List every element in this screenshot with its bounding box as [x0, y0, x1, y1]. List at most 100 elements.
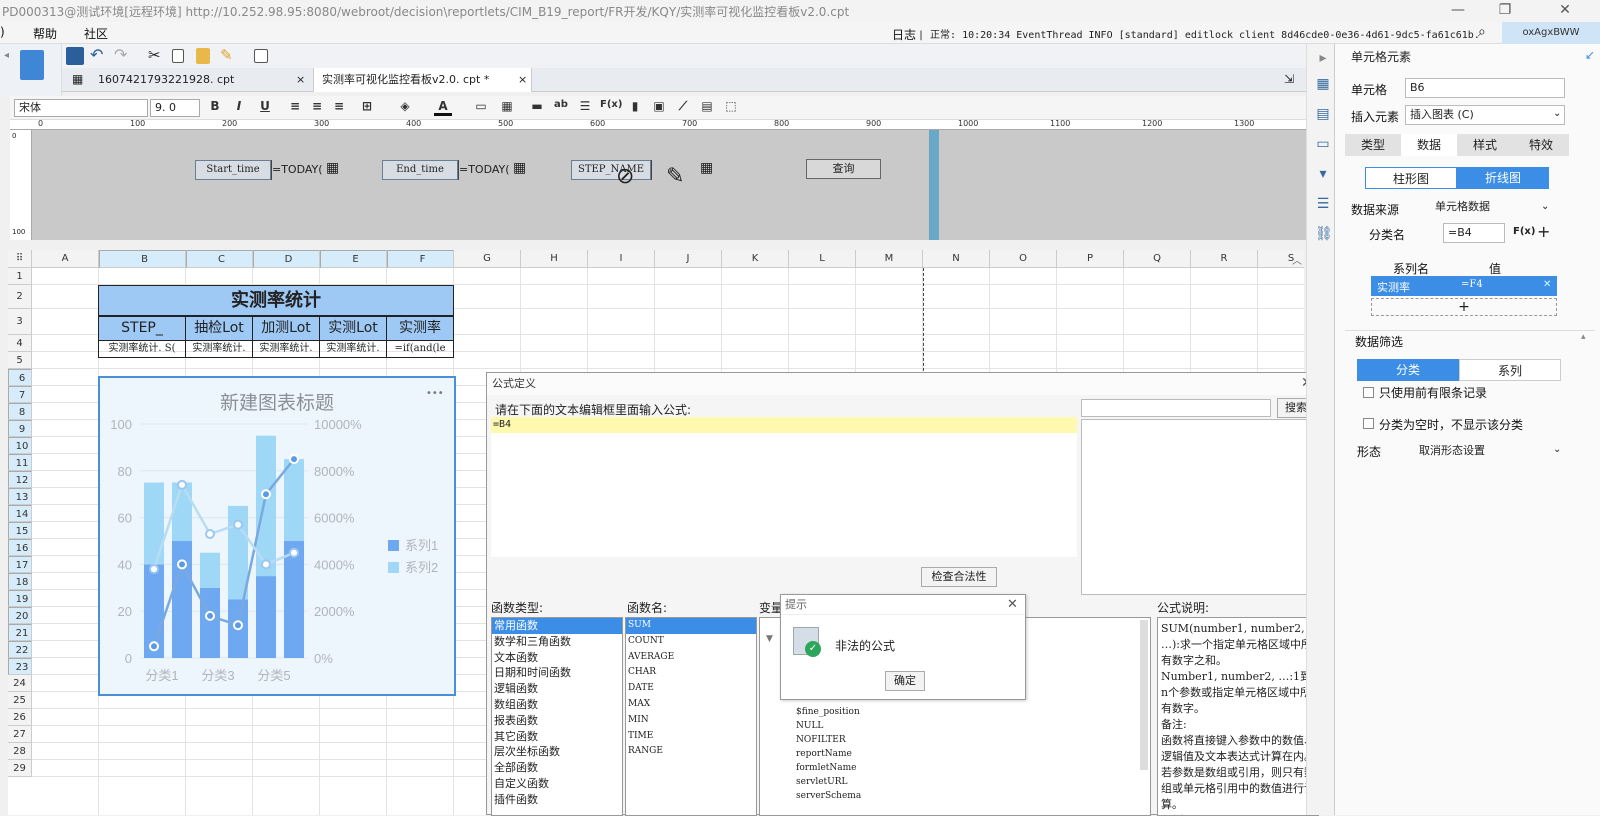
arrow-icon[interactable]: ◂ — [4, 50, 9, 61]
row-header[interactable]: 23 — [8, 658, 32, 675]
row-header[interactable]: 3 — [8, 309, 32, 335]
text-icon[interactable]: ab — [552, 99, 570, 110]
calendar-icon[interactable]: ▦ — [513, 160, 526, 176]
collapse-icon[interactable]: ▸ — [1315, 50, 1331, 66]
series-row[interactable]: 实测率 =F4 ✕ — [1371, 276, 1557, 296]
row-header[interactable]: 8 — [8, 403, 32, 420]
close-icon[interactable]: ✕ — [1007, 597, 1018, 612]
column-header[interactable]: M — [856, 250, 923, 268]
cell-b4[interactable]: 实测率统计. S( — [98, 340, 186, 358]
row-header[interactable]: 22 — [8, 641, 32, 658]
column-header[interactable]: L — [789, 250, 856, 268]
row-header[interactable]: 11 — [8, 454, 32, 471]
row-header[interactable]: 13 — [8, 488, 32, 505]
variable-item[interactable]: NOFILTER — [794, 733, 1114, 747]
border-icon[interactable]: ⊞ — [358, 99, 376, 113]
column-header[interactable]: N — [923, 250, 990, 268]
func-type-item[interactable]: 文本函数 — [492, 650, 622, 666]
row-header[interactable]: 24 — [8, 675, 32, 692]
row-header[interactable]: 10 — [8, 437, 32, 454]
scroll-up-icon[interactable]: ︿ — [1292, 252, 1302, 267]
chart-icon[interactable]: ▮ — [626, 99, 644, 113]
insert-row-icon[interactable]: ▬ — [528, 99, 546, 113]
func-name-item[interactable]: AVERAGE — [626, 650, 756, 666]
cell-f4[interactable]: =if(and(le — [386, 340, 454, 358]
cell-element-icon[interactable]: ▦ — [1315, 76, 1331, 92]
column-header[interactable]: D — [253, 250, 320, 268]
merge-icon[interactable]: ▭ — [472, 99, 490, 113]
func-type-item[interactable]: 自定义函数 — [492, 776, 622, 792]
undo-icon[interactable]: ↶ — [90, 47, 108, 65]
variable-item[interactable]: reportName — [794, 747, 1114, 761]
add-icon[interactable]: + — [1537, 222, 1550, 241]
column-header[interactable]: C — [186, 250, 253, 268]
table-title[interactable]: 实测率统计 — [98, 285, 454, 316]
variable-item[interactable]: servletURL — [794, 775, 1114, 789]
template-icon[interactable] — [20, 50, 44, 80]
tab-file-2[interactable]: 实测率可视化监控看板v2.0. cpt * × — [314, 68, 532, 92]
row-header[interactable]: 9 — [8, 420, 32, 437]
formula-text[interactable]: =B4 — [491, 417, 1077, 433]
ok-button[interactable]: 确定 — [885, 671, 925, 691]
row-header[interactable]: 2 — [8, 285, 32, 309]
align-center-icon[interactable]: ≡ — [308, 99, 326, 113]
corner-cell[interactable]: ⠿ — [8, 250, 32, 268]
formula-editor[interactable]: =B4 — [491, 417, 1077, 557]
column-header[interactable]: B — [99, 250, 186, 268]
restore-button[interactable]: ❐ — [1485, 0, 1525, 22]
dropdown-widget-icon[interactable]: ▾ — [1315, 166, 1331, 182]
func-type-item[interactable]: 逻辑函数 — [492, 681, 622, 697]
func-type-item[interactable]: 数学和三角函数 — [492, 634, 622, 650]
column-header[interactable]: I — [588, 250, 655, 268]
header-sample-lot[interactable]: 抽检Lot — [185, 316, 253, 341]
splitter[interactable] — [929, 130, 939, 240]
column-header[interactable]: H — [521, 250, 588, 268]
cell-c4[interactable]: 实测率统计. — [185, 340, 253, 358]
chart[interactable]: 100 10000% 80 8000% 60 6000% 40 4000% 20 2000% 0 0%… — [98, 376, 456, 696]
remove-icon[interactable]: ✕ — [1543, 279, 1551, 290]
func-type-item[interactable]: 常用函数 — [492, 618, 622, 634]
chevron-down-icon[interactable]: ⌄ — [1553, 108, 1561, 119]
font-select[interactable]: 宋体 — [14, 99, 148, 117]
tab-file-1[interactable]: 1607421793221928. cpt × — [90, 68, 314, 92]
search-result-box[interactable] — [1081, 419, 1317, 595]
format-painter-icon[interactable]: ✎ — [220, 47, 238, 65]
column-header[interactable]: E — [320, 250, 387, 268]
header-rate[interactable]: 实测率 — [386, 316, 454, 341]
add-series-button[interactable]: + — [1371, 298, 1557, 316]
subreport-icon[interactable]: ▤ — [698, 99, 716, 113]
row-header[interactable]: 27 — [8, 726, 32, 743]
series-row-value[interactable]: =F4 — [1461, 279, 1483, 290]
category-input[interactable]: =B4 — [1443, 223, 1505, 243]
paste-icon[interactable] — [196, 48, 210, 64]
header-step[interactable]: STEP_ — [98, 316, 186, 341]
tab-close-icon[interactable]: × — [296, 68, 305, 92]
row-header[interactable]: 20 — [8, 607, 32, 624]
func-name-item[interactable]: CHAR — [626, 665, 756, 681]
func-name-item[interactable]: MIN — [626, 713, 756, 729]
expand-icon[interactable]: ▼ — [766, 634, 773, 644]
text-color-button[interactable]: A — [434, 99, 452, 116]
column-header[interactable]: G — [454, 250, 521, 268]
func-name-item[interactable]: TIME — [626, 729, 756, 745]
end-time-input[interactable]: =TODAY( — [458, 160, 518, 180]
start-time-input[interactable]: =TODAY( — [271, 160, 331, 180]
paragraph-icon[interactable]: ☰ — [576, 99, 594, 113]
tab-type[interactable]: 类型 — [1345, 134, 1401, 156]
row-header[interactable]: 6 — [8, 369, 32, 386]
row-header[interactable]: 14 — [8, 505, 32, 522]
log-label[interactable]: 日志 — [892, 26, 916, 43]
collapse-arrow-icon[interactable]: ▴ — [1581, 332, 1586, 342]
pin-icon[interactable]: ↙ — [1585, 48, 1595, 62]
limit-checkbox[interactable] — [1363, 387, 1374, 398]
row-header[interactable]: 21 — [8, 624, 32, 641]
variable-item[interactable]: $fine_position — [794, 705, 1114, 719]
func-name-item[interactable]: DATE — [626, 681, 756, 697]
check-button[interactable]: 检查合法性 — [921, 567, 997, 587]
row-header[interactable]: 4 — [8, 335, 32, 352]
fill-color-icon[interactable]: ◈ — [396, 99, 414, 113]
column-header[interactable]: P — [1057, 250, 1124, 268]
func-type-item[interactable]: 其它函数 — [492, 729, 622, 745]
preview-icon[interactable] — [254, 49, 268, 63]
table-icon[interactable]: ▦ — [498, 99, 516, 113]
